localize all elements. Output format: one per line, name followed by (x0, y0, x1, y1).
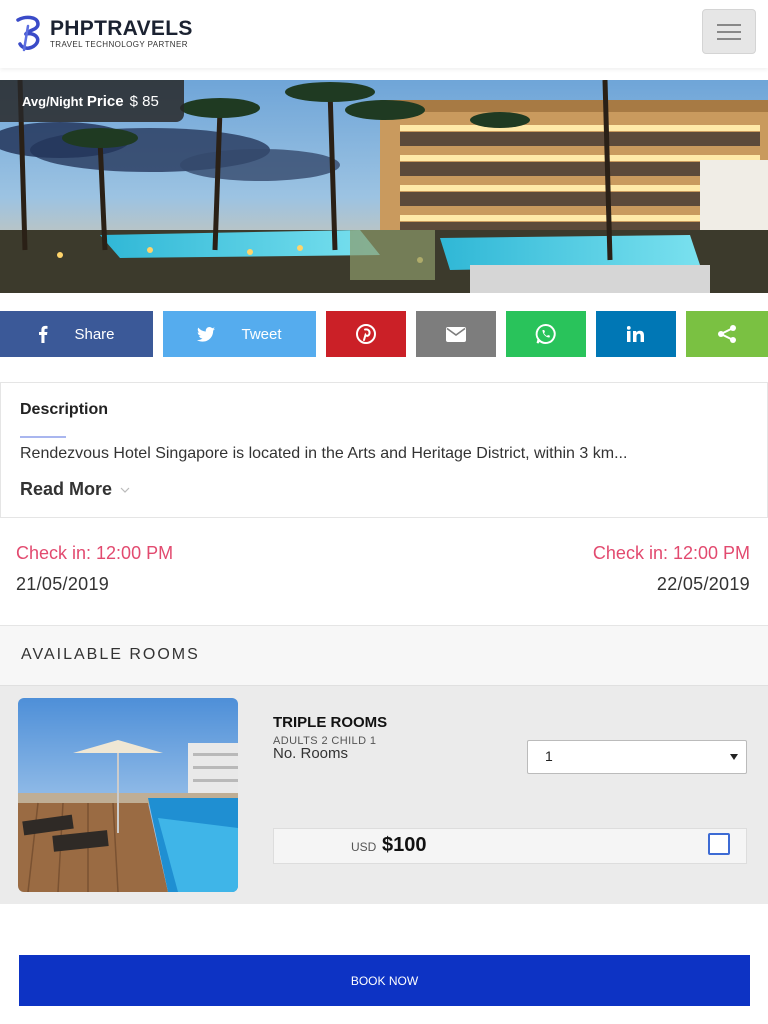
facebook-icon (39, 325, 48, 343)
description-section: Description Rendezvous Hotel Singapore i… (0, 382, 768, 518)
menu-bar-icon (717, 23, 741, 26)
description-underline (20, 436, 66, 438)
room-image (18, 698, 238, 892)
select-room-checkbox[interactable] (708, 833, 730, 855)
dropdown-arrow-icon (730, 754, 738, 760)
logo-title: PHPTRAVELS (50, 16, 193, 40)
site-logo[interactable]: PHPTRAVELS TRAVEL TECHNOLOGY PARTNER (14, 14, 193, 52)
pinterest-icon (356, 324, 376, 344)
logo-tagline: TRAVEL TECHNOLOGY PARTNER (50, 39, 188, 49)
price-label: Price (86, 92, 124, 110)
facebook-share-label: Share (74, 325, 115, 343)
room-price-currency: USD (351, 840, 377, 854)
hotel-hero-image: Avg/Night Price $ 85 (0, 80, 768, 293)
price-value: $ 85 (129, 92, 159, 110)
book-now-button[interactable]: BOOK NOW (19, 955, 750, 1006)
checkin-right: Check in: 12:00 PM 22/05/2019 (593, 543, 750, 595)
share-icon (718, 325, 736, 343)
checkout-label: Check in: 12:00 PM (592, 543, 750, 563)
menu-bar-icon (717, 37, 741, 40)
facebook-share-button[interactable]: Share (0, 311, 153, 357)
no-rooms-label: No. Rooms (273, 745, 349, 762)
description-title: Description (20, 401, 109, 418)
room-name[interactable]: TRIPLE ROOMS (273, 714, 387, 731)
linkedin-icon (627, 326, 644, 342)
available-rooms-title: AVAILABLE ROOMS (21, 646, 200, 663)
room-price-amount: $100 (382, 834, 427, 856)
logo-mark-icon (16, 15, 40, 52)
read-more-link[interactable]: Read More (20, 479, 130, 500)
room-price-box: USD $100 (273, 828, 747, 864)
email-share-button[interactable] (416, 311, 496, 357)
room-count-select[interactable]: 1 (527, 740, 747, 774)
avg-night-label: Avg/Night (22, 93, 83, 109)
checkin-label: Check in: 12:00 PM (16, 543, 174, 563)
avg-night-price-badge: Avg/Night Price $ 85 (0, 80, 184, 122)
read-more-label: Read More (20, 479, 113, 499)
top-header: PHPTRAVELS TRAVEL TECHNOLOGY PARTNER (0, 0, 768, 68)
email-icon (446, 326, 466, 342)
checkout-date: 22/05/2019 (656, 574, 750, 594)
menu-bar-icon (717, 30, 741, 33)
twitter-share-label: Tweet (241, 325, 282, 343)
generic-share-button[interactable] (686, 311, 768, 357)
description-text: Rendezvous Hotel Singapore is located in… (20, 445, 628, 462)
pinterest-share-button[interactable] (326, 311, 406, 357)
twitter-share-button[interactable]: Tweet (163, 311, 316, 357)
twitter-icon (197, 326, 216, 342)
available-rooms-header: AVAILABLE ROOMS (0, 625, 768, 686)
social-share-bar: Share Tweet (0, 311, 768, 357)
linkedin-share-button[interactable] (596, 311, 676, 357)
whatsapp-share-button[interactable] (506, 311, 586, 357)
whatsapp-icon (535, 324, 556, 344)
checkin-left: Check in: 12:00 PM 21/05/2019 (16, 543, 173, 595)
room-list-item: TRIPLE ROOMS ADULTS 2 CHILD 1 No. Rooms … (0, 686, 768, 904)
room-photo[interactable] (18, 698, 238, 892)
hamburger-menu-button[interactable] (702, 9, 756, 54)
room-count-value: 1 (545, 748, 553, 764)
chevron-down-icon (120, 487, 130, 493)
checkin-date: 21/05/2019 (16, 574, 110, 594)
